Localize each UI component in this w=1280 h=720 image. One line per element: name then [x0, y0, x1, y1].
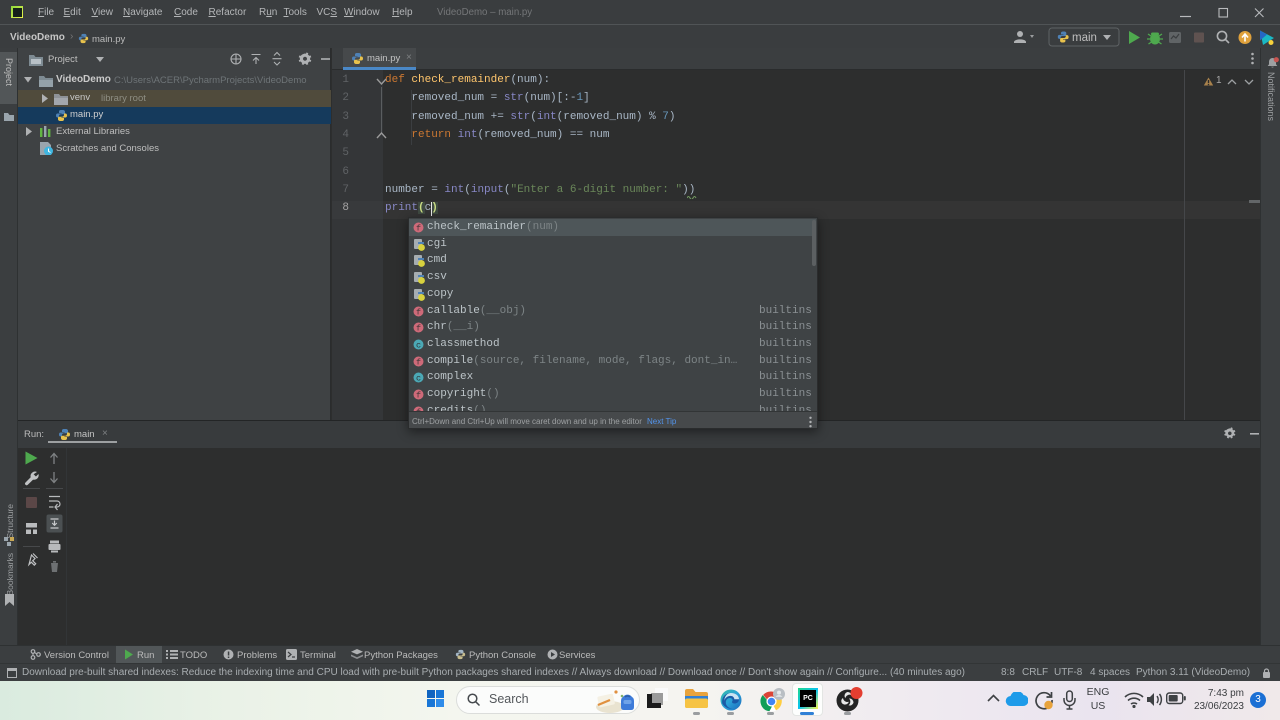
svg-text:f: f — [416, 391, 421, 400]
svg-text:main: main — [1072, 32, 1097, 44]
svg-text:f: f — [416, 307, 421, 316]
svg-text:f: f — [416, 357, 421, 366]
svg-text:c: c — [416, 340, 421, 349]
svg-text:f: f — [416, 324, 421, 333]
svg-text:c: c — [416, 374, 421, 383]
svg-text:f: f — [416, 224, 421, 233]
